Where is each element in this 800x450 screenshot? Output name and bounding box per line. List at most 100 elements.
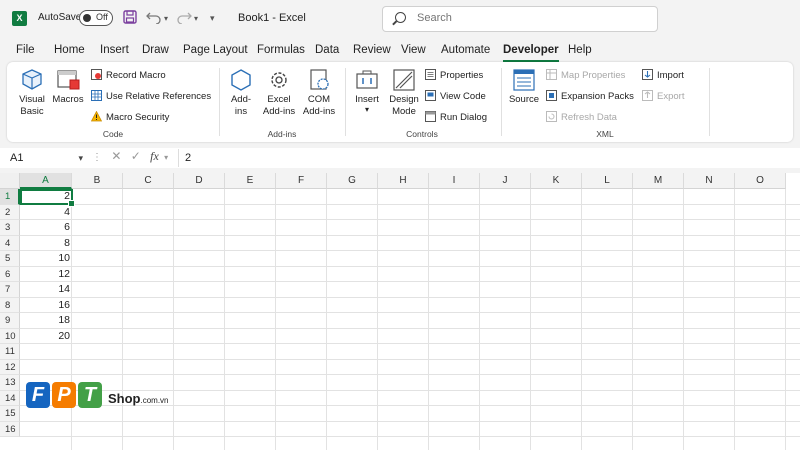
tab-data[interactable]: Data [315, 44, 339, 56]
gear-icon [266, 68, 292, 92]
name-box[interactable]: A1 ▾ [6, 149, 86, 167]
select-all-corner[interactable] [0, 173, 20, 189]
formula-input[interactable]: 2 [178, 149, 798, 167]
grid-line [20, 327, 800, 329]
column-header-o[interactable]: O [735, 173, 786, 189]
row-header-14[interactable]: 14 [0, 390, 20, 406]
insert-function-icon[interactable]: fx [150, 149, 159, 163]
row-header-16[interactable]: 16 [0, 421, 20, 437]
record-macro-button[interactable]: Record Macro [91, 69, 166, 83]
cell-a9[interactable]: 18 [20, 313, 72, 329]
row-header-6[interactable]: 6 [0, 266, 20, 282]
search-icon [395, 12, 406, 23]
column-header-m[interactable]: M [633, 173, 684, 189]
tab-developer[interactable]: Developer [503, 44, 559, 62]
search-box[interactable] [382, 6, 658, 32]
use-relative-references-button[interactable]: Use Relative References [91, 90, 211, 104]
add-ins-group-label: Add-ins [267, 129, 297, 139]
cell-a5[interactable]: 10 [20, 251, 72, 267]
cell-a10[interactable]: 20 [20, 329, 72, 345]
tab-help[interactable]: Help [568, 44, 592, 56]
run-dialog-button[interactable]: Run Dialog [425, 111, 487, 125]
cell-a7[interactable]: 14 [20, 282, 72, 298]
row-header-8[interactable]: 8 [0, 297, 20, 313]
row-header-15[interactable]: 15 [0, 406, 20, 422]
name-box-dropdown-icon[interactable]: ▾ [78, 149, 83, 167]
xml-source-button[interactable]: Source [507, 68, 541, 106]
row-header-5[interactable]: 5 [0, 251, 20, 267]
confirm-entry-icon[interactable]: ✓ [131, 149, 141, 163]
tab-draw[interactable]: Draw [142, 44, 169, 56]
tab-file[interactable]: File [16, 44, 35, 56]
column-header-g[interactable]: G [327, 173, 378, 189]
column-header-b[interactable]: B [72, 173, 123, 189]
formula-bar: A1 ▾ ⋮ ✕ ✓ fx ▾ 2 [0, 148, 800, 168]
save-icon[interactable] [123, 10, 137, 27]
tab-page-layout[interactable]: Page Layout [183, 44, 248, 56]
tab-automate[interactable]: Automate [441, 44, 490, 56]
grid-line [734, 189, 735, 450]
visual-basic-button[interactable]: Visual Basic [15, 68, 49, 118]
row-header-13[interactable]: 13 [0, 375, 20, 391]
undo-dropdown-icon[interactable]: ▾ [164, 14, 168, 23]
row-header-4[interactable]: 4 [0, 235, 20, 251]
row-header-7[interactable]: 7 [0, 282, 20, 298]
column-header-c[interactable]: C [123, 173, 174, 189]
map-properties-button[interactable]: Map Properties [546, 69, 625, 83]
column-header-f[interactable]: F [276, 173, 327, 189]
cell-a8[interactable]: 16 [20, 298, 72, 314]
column-header-n[interactable]: N [684, 173, 735, 189]
column-header-e[interactable]: E [225, 173, 276, 189]
tab-formulas[interactable]: Formulas [257, 44, 305, 56]
cancel-entry-icon[interactable]: ✕ [111, 149, 121, 163]
macro-security-button[interactable]: Macro Security [90, 110, 169, 125]
redo-dropdown-icon[interactable]: ▾ [194, 14, 198, 23]
com-add-ins-button[interactable]: COM Add-ins [301, 68, 337, 118]
view-code-button[interactable]: View Code [425, 90, 486, 104]
more-options-icon[interactable]: ⋮ [92, 152, 102, 163]
macros-button[interactable]: Macros [51, 68, 85, 106]
grid-line [20, 281, 800, 282]
customize-toolbar-icon[interactable]: ▾ [210, 13, 215, 24]
column-header-j[interactable]: J [480, 173, 531, 189]
row-header-9[interactable]: 9 [0, 313, 20, 329]
cell-a2[interactable]: 4 [20, 205, 72, 221]
excel-add-ins-button[interactable]: Excel Add-ins [261, 68, 297, 118]
tab-insert[interactable]: Insert [100, 44, 129, 56]
design-mode-button[interactable]: Design Mode [387, 68, 421, 118]
cell-a3[interactable]: 6 [20, 220, 72, 236]
toolbox-icon [354, 68, 380, 92]
cell-a4[interactable]: 8 [20, 236, 72, 252]
column-header-a[interactable]: A [20, 173, 72, 189]
undo-icon[interactable] [146, 10, 162, 27]
column-header-k[interactable]: K [531, 173, 582, 189]
tab-view[interactable]: View [401, 44, 426, 56]
export-button[interactable]: Export [642, 90, 684, 104]
insert-control-button[interactable]: Insert ▾ [351, 68, 383, 116]
column-header-d[interactable]: D [174, 173, 225, 189]
row-header-2[interactable]: 2 [0, 204, 20, 220]
column-header-h[interactable]: H [378, 173, 429, 189]
row-header-12[interactable]: 12 [0, 359, 20, 375]
search-input[interactable] [415, 11, 619, 25]
expansion-packs-button[interactable]: Expansion Packs [546, 90, 634, 104]
logo-shop-word: Shop [108, 391, 141, 406]
refresh-data-icon [546, 111, 557, 122]
row-header-1[interactable]: 1 [0, 189, 20, 205]
row-header-3[interactable]: 3 [0, 220, 20, 236]
redo-icon[interactable] [176, 10, 192, 27]
fx-dropdown-icon[interactable]: ▾ [164, 153, 168, 162]
add-ins-button[interactable]: Add- ins [225, 68, 257, 118]
cell-a6[interactable]: 12 [20, 267, 72, 283]
import-button[interactable]: Import [642, 69, 684, 83]
visual-basic-label: Visual Basic [19, 94, 45, 117]
autosave-toggle[interactable]: Off [79, 10, 113, 26]
row-header-10[interactable]: 10 [0, 328, 20, 344]
tab-review[interactable]: Review [353, 44, 391, 56]
column-header-i[interactable]: I [429, 173, 480, 189]
properties-button[interactable]: Properties [425, 69, 483, 83]
row-header-11[interactable]: 11 [0, 344, 20, 360]
refresh-data-button[interactable]: Refresh Data [546, 111, 617, 125]
tab-home[interactable]: Home [54, 44, 85, 56]
column-header-l[interactable]: L [582, 173, 633, 189]
